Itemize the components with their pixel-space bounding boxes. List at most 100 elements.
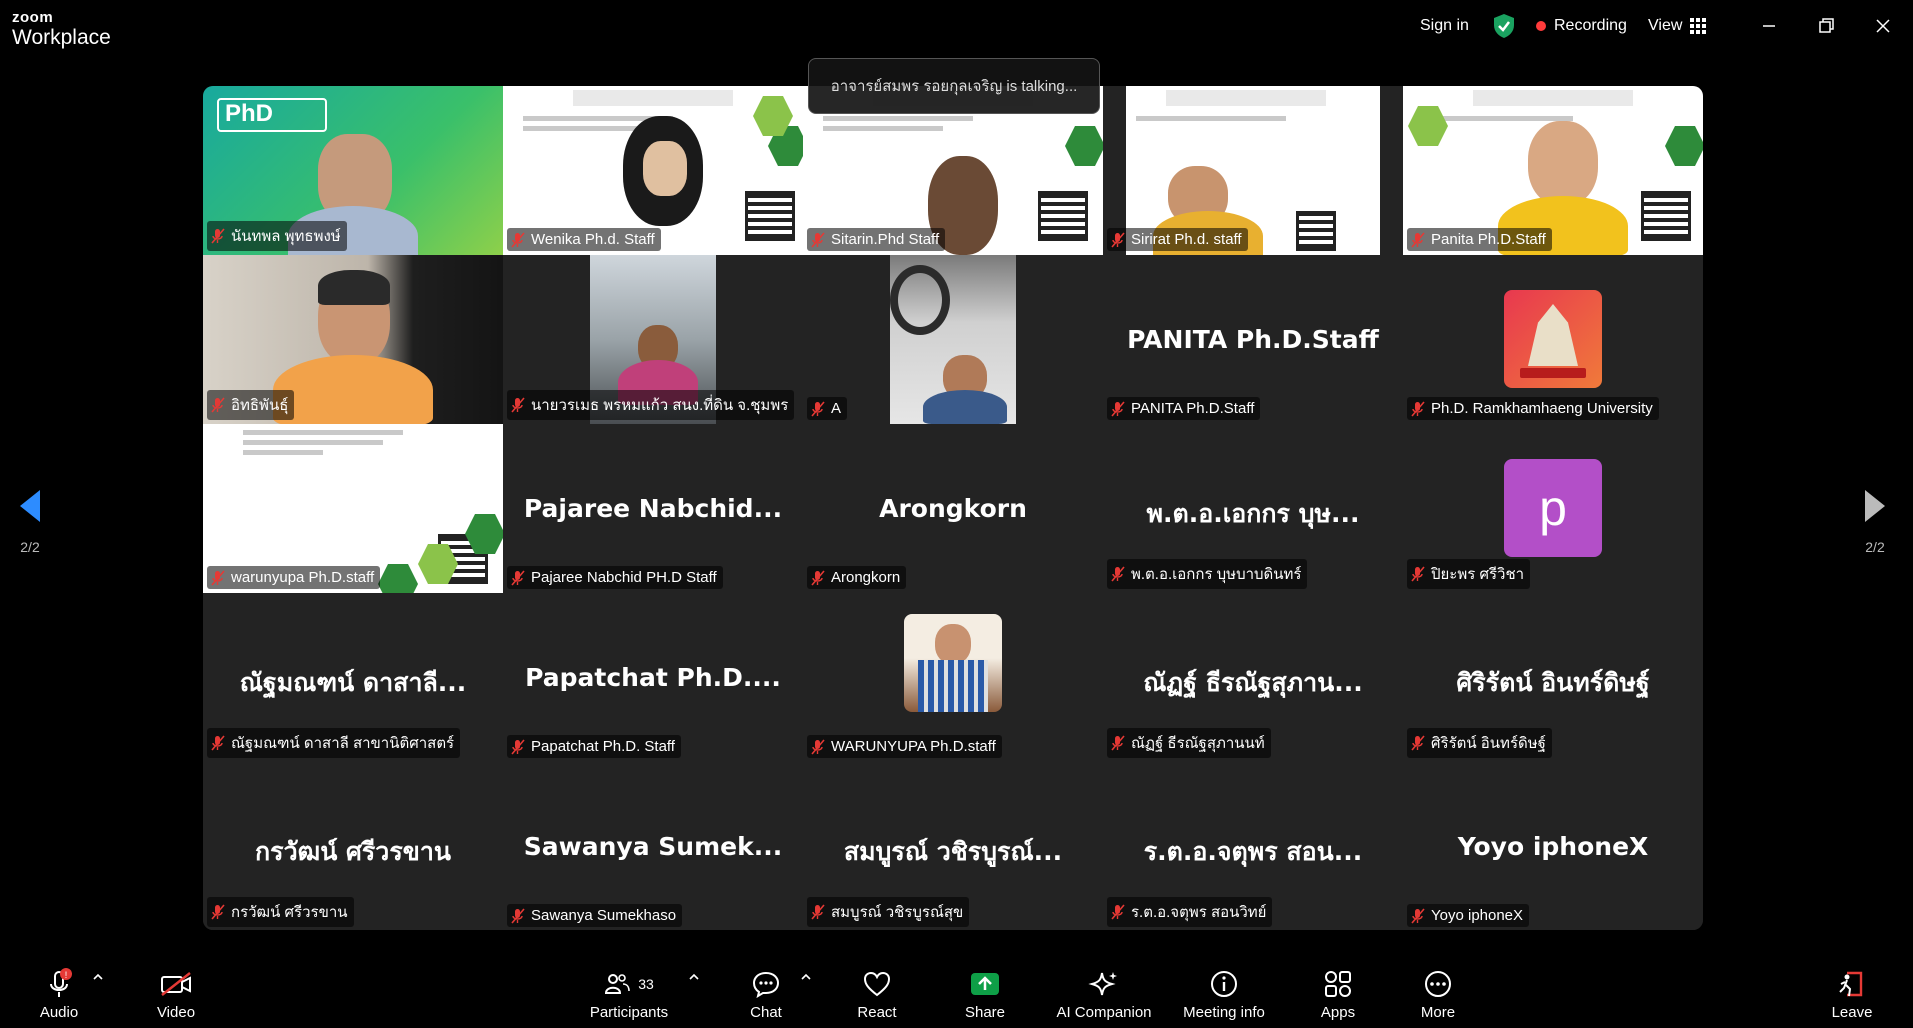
participant-name: Sirirat Ph.d. staff [1107, 228, 1248, 251]
audio-button[interactable]: ! Audio [36, 956, 82, 1028]
previous-page[interactable]: 2/2 [10, 488, 50, 555]
share-screen-icon [971, 973, 999, 995]
participant-name: A [807, 397, 848, 420]
info-icon [1211, 971, 1237, 997]
view-button[interactable]: View [1648, 17, 1707, 35]
participant-display-name: ร.ต.อ.จตุพร สอน... [1143, 837, 1363, 866]
participant-display-name: Yoyo iphoneX [1457, 832, 1649, 861]
chat-button[interactable]: Chat [746, 956, 786, 1028]
sign-in-link[interactable]: Sign in [1420, 17, 1469, 35]
chevron-up-icon[interactable] [92, 972, 104, 982]
participant-name: กรวัฒน์ ศรีวรขาน [207, 897, 354, 927]
muted-mic-icon [811, 904, 825, 920]
participant-tile[interactable]: กรวัฒน์ ศรีวรขาน กรวัฒน์ ศรีวรขาน [203, 762, 503, 930]
arrow-left-icon [20, 490, 40, 522]
leave-button[interactable]: Leave [1830, 956, 1874, 1028]
recording-label: Recording [1554, 17, 1627, 34]
participant-name: นันทพล พุทธพงษ์ [207, 221, 347, 251]
participant-name: WARUNYUPA Ph.D.staff [807, 735, 1002, 758]
brand-bottom: Workplace [12, 26, 111, 49]
participant-tile[interactable]: PANITA Ph.D.Staff PANITA Ph.D.Staff [1103, 255, 1403, 424]
participant-tile[interactable]: ร.ต.อ.จตุพร สอน... ร.ต.อ.จตุพร สอนวิทย์ [1103, 762, 1403, 930]
react-button[interactable]: React [852, 956, 902, 1028]
participant-name: Sitarin.Phd Staff [807, 228, 946, 251]
muted-mic-icon [1111, 400, 1125, 417]
zoom-logo: zoom Workplace [12, 10, 111, 48]
muted-mic-icon [811, 569, 825, 586]
close-icon[interactable] [1871, 14, 1895, 38]
avatar [904, 614, 1002, 712]
participant-display-name: สมบูรณ์ วชิรบูรณ์... [843, 837, 1063, 866]
participant-tile[interactable]: ศิริรัตน์ อินทร์ดิษฐ์ ศิริรัตน์ อินทร์ดิ… [1403, 593, 1703, 762]
participant-name: ปิยะพร ศรีวิชา [1407, 559, 1531, 589]
muted-mic-icon [1411, 400, 1425, 417]
participant-name: PANITA Ph.D.Staff [1107, 397, 1261, 420]
participant-tile[interactable]: อิทธิพันธุ์ [203, 255, 503, 424]
leave-icon [1839, 971, 1863, 997]
meeting-info-button[interactable]: Meeting info [1180, 956, 1268, 1028]
participant-tile[interactable]: PhD นันทพล พุทธพงษ์ [203, 86, 503, 255]
participant-tile[interactable]: Wenika Ph.d. Staff [503, 86, 803, 255]
chevron-up-icon[interactable] [800, 972, 812, 982]
participant-tile[interactable]: p ปิยะพร ศรีวิชา [1403, 424, 1703, 593]
participant-display-name: ศิริรัตน์ อินทร์ดิษฐ์ [1456, 668, 1650, 697]
participant-display-name: กรวัฒน์ ศรีวรขาน [255, 837, 451, 866]
participant-name: warunyupa Ph.D.staff [207, 566, 381, 589]
participant-display-name: Papatchat Ph.D.... [525, 663, 781, 692]
participant-tile[interactable]: Papatchat Ph.D.... Papatchat Ph.D. Staff [503, 593, 803, 762]
video-off-icon [161, 972, 191, 996]
page-indicator-left: 2/2 [20, 539, 40, 555]
share-button[interactable]: Share [962, 956, 1008, 1028]
participant-name: ศิริรัตน์ อินทร์ดิษฐ์ [1407, 728, 1552, 758]
talking-indicator: อาจารย์สมพร รอยกุลเจริญ is talking... [808, 58, 1100, 114]
more-icon [1425, 971, 1451, 997]
muted-mic-icon [1411, 907, 1425, 924]
video-gallery: PhD นันทพล พุทธพงษ์ Wenika Ph.d. Staff S… [203, 86, 1703, 930]
restore-icon[interactable] [1814, 14, 1838, 38]
participant-tile[interactable]: ณัฐมณฑน์ ดาสาลี... ณัฐมณฑน์ ดาสาลี สาขาน… [203, 593, 503, 762]
meeting-toolbar: ! Audio Video 33 Participants Chat React… [0, 956, 1913, 1028]
participant-tile[interactable]: Arongkorn Arongkorn [803, 424, 1103, 593]
muted-mic-icon [211, 904, 225, 920]
participant-name: ร.ต.อ.จตุพร สอนวิทย์ [1107, 897, 1273, 927]
sparkle-icon [1088, 972, 1117, 996]
participant-name: ณัฏฐ์ ธีรณัฐสุภานนท์ [1107, 728, 1271, 758]
next-page[interactable]: 2/2 [1855, 488, 1895, 555]
participant-tile[interactable]: Panita Ph.D.Staff [1403, 86, 1703, 255]
apps-icon [1325, 971, 1351, 997]
participant-tile[interactable]: พ.ต.อ.เอกกร บุษ... พ.ต.อ.เอกกร บุษบาบดิน… [1103, 424, 1403, 593]
participant-tile[interactable]: นายวรเมธ พรหมแก้ว สนง.ที่ดิน จ.ชุมพร [503, 255, 803, 424]
video-button[interactable]: Video [150, 956, 202, 1028]
chevron-up-icon[interactable] [688, 972, 700, 982]
participant-tile[interactable]: Yoyo iphoneX Yoyo iphoneX [1403, 762, 1703, 930]
muted-mic-icon [1411, 231, 1425, 248]
apps-button[interactable]: Apps [1318, 956, 1358, 1028]
participant-tile[interactable]: Pajaree Nabchid... Pajaree Nabchid PH.D … [503, 424, 803, 593]
participant-tile[interactable]: Sirirat Ph.d. staff [1103, 86, 1403, 255]
participant-tile[interactable]: WARUNYUPA Ph.D.staff [803, 593, 1103, 762]
participant-name: สมบูรณ์ วชิรบูรณ์สุข [807, 897, 970, 927]
participant-tile[interactable]: A [803, 255, 1103, 424]
participants-icon [605, 974, 631, 994]
ai-companion-button[interactable]: AI Companion [1052, 956, 1156, 1028]
participant-tile[interactable]: warunyupa Ph.D.staff [203, 424, 503, 593]
participant-tile[interactable]: Ph.D. Ramkhamhaeng University [1403, 255, 1703, 424]
shield-check-icon[interactable] [1493, 13, 1515, 39]
muted-mic-icon [511, 231, 525, 248]
participants-button[interactable]: 33 Participants [584, 956, 674, 1028]
participant-display-name: พ.ต.อ.เอกกร บุษ... [1146, 499, 1360, 528]
muted-mic-icon [211, 228, 225, 244]
participant-tile[interactable]: Sawanya Sumek... Sawanya Sumekhaso [503, 762, 803, 930]
muted-mic-icon [811, 231, 825, 248]
muted-mic-icon [1111, 904, 1125, 920]
participant-display-name: Sawanya Sumek... [523, 832, 783, 861]
more-button[interactable]: More [1418, 956, 1458, 1028]
participant-tile[interactable]: สมบูรณ์ วชิรบูรณ์... สมบูรณ์ วชิรบูรณ์สุ… [803, 762, 1103, 930]
recording-indicator[interactable]: Recording [1536, 17, 1627, 35]
participant-tile[interactable]: ณัฏฐ์ ธีรณัฐสุภาน... ณัฏฐ์ ธีรณัฐสุภานนท… [1103, 593, 1403, 762]
participant-display-name: PANITA Ph.D.Staff [1127, 325, 1379, 354]
minimize-icon[interactable] [1757, 14, 1781, 38]
zoom-meeting-window: zoom Workplace Sign in Recording View อา… [0, 0, 1913, 1028]
avatar: p [1504, 459, 1602, 557]
arrow-right-icon [1865, 490, 1885, 522]
